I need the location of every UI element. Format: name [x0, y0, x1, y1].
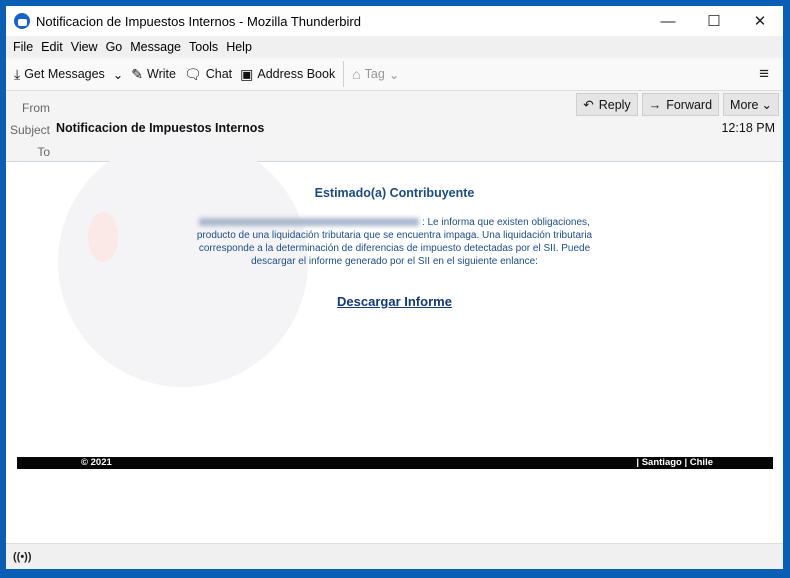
subject-label: Subject [9, 123, 50, 137]
get-messages-label: Get Messages [24, 67, 105, 81]
close-button[interactable]: ✕ [737, 6, 783, 36]
status-bar: ((•)) [6, 543, 783, 569]
forward-button[interactable]: → Forward [641, 93, 720, 116]
chevron-down-icon: ⌄ [388, 67, 400, 82]
menu-message[interactable]: Message [130, 40, 181, 54]
maximize-button[interactable]: ☐ [691, 6, 737, 36]
reply-arrow-icon: ↶ [583, 98, 594, 112]
chevron-down-icon: ⌄ [761, 98, 772, 112]
tag-icon: ⌂ [352, 66, 361, 82]
write-label: Write [147, 67, 176, 81]
menu-go[interactable]: Go [106, 40, 123, 54]
menu-file[interactable]: File [13, 40, 33, 54]
title-bar: Notificacion de Impuestos Internos - Moz… [6, 6, 783, 36]
address-book-label: Address Book [257, 67, 336, 81]
subject-value: Notificacion de Impuestos Internos [56, 121, 265, 135]
from-label: From [22, 101, 50, 115]
message-time: 12:18 PM [721, 121, 775, 135]
chat-button[interactable]: 🗨 Chat [184, 66, 232, 83]
tag-label: Tag [364, 67, 385, 81]
online-status-icon[interactable]: ((•)) [13, 551, 32, 563]
redacted-recipient [199, 218, 420, 227]
write-button[interactable]: ✎ Write [131, 66, 176, 83]
contact-card-icon: ▣ [240, 65, 254, 82]
pencil-icon: ✎ [131, 65, 144, 82]
get-messages-button[interactable]: ⤓ Get Messages [14, 66, 105, 83]
chat-bubble-icon: 🗨 [183, 65, 202, 82]
thunderbird-logo-icon [14, 13, 30, 29]
window-title: Notificacion de Impuestos Internos - Moz… [36, 13, 361, 29]
footer-copyright: © 2021 [81, 457, 112, 468]
email-greeting: Estimado(a) Contribuyente [314, 186, 475, 200]
tag-button[interactable]: ⌂ Tag ⌄ [352, 66, 399, 82]
minimize-button[interactable]: — [645, 6, 691, 36]
to-label: To [37, 145, 50, 159]
main-toolbar: ⤓ Get Messages ⌄ ✎ Write 🗨 Chat ▣ Addres… [6, 58, 783, 91]
menu-tools[interactable]: Tools [189, 40, 218, 54]
toolbar-divider [343, 61, 345, 87]
email-paragraph: : Le informa que existen obligaciones, p… [185, 216, 605, 268]
get-messages-dropdown[interactable]: ⌄ [113, 67, 123, 82]
chat-label: Chat [205, 67, 233, 81]
address-book-button[interactable]: ▣ Address Book [240, 66, 335, 83]
hamburger-menu-icon[interactable]: ≡ [759, 64, 769, 84]
menu-view[interactable]: View [71, 40, 98, 54]
thunderbird-window: Notificacion de Impuestos Internos - Moz… [6, 6, 783, 569]
message-body: Estimado(a) Contribuyente : Le informa q… [6, 137, 783, 544]
reply-button[interactable]: ↶ Reply [576, 93, 638, 116]
more-label: More [730, 97, 759, 112]
footer-location: | Santiago | Chile [636, 457, 713, 468]
download-report-link[interactable]: Descargar Informe [337, 294, 452, 309]
reply-label: Reply [598, 97, 631, 112]
email-footer: © 2021 | Santiago | Chile [17, 457, 773, 469]
menu-bar: File Edit View Go Message Tools Help [6, 36, 783, 58]
menu-edit[interactable]: Edit [41, 40, 63, 54]
menu-help[interactable]: Help [226, 40, 252, 54]
forward-label: Forward [666, 97, 713, 112]
more-button[interactable]: More ⌄ [723, 93, 779, 116]
forward-arrow-icon: → [648, 97, 662, 112]
download-icon: ⤓ [14, 65, 21, 82]
chevron-down-icon: ⌄ [112, 67, 124, 82]
